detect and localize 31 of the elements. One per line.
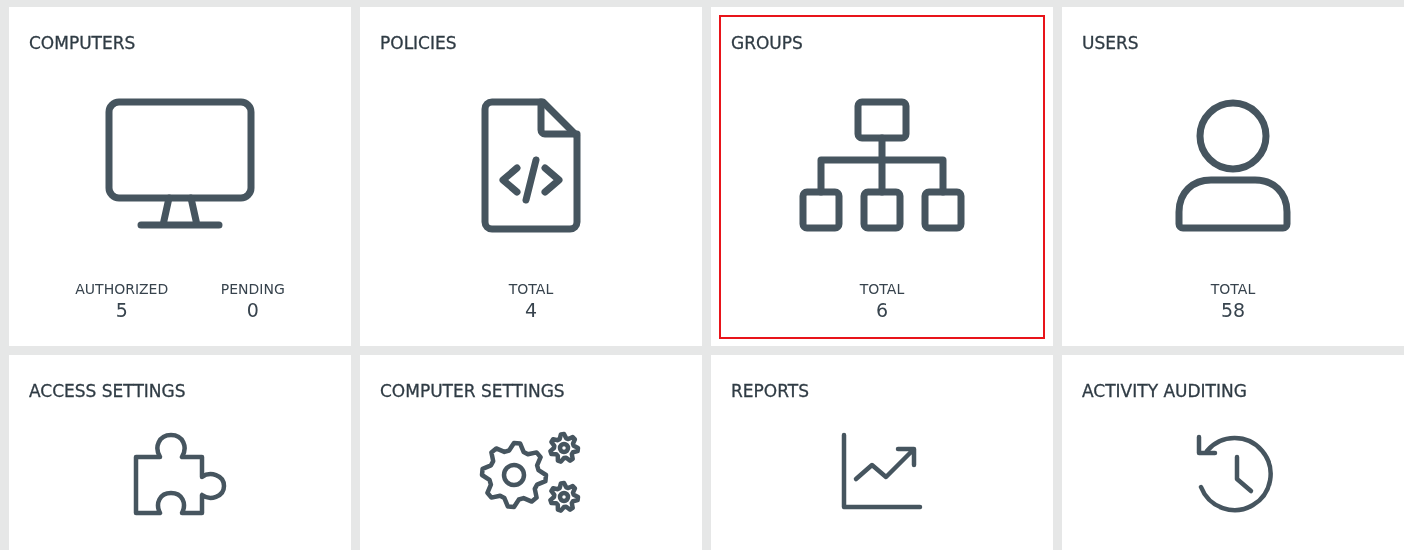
dashboard-tile[interactable]: ACTIVITY AUDITING — [1062, 355, 1404, 550]
stat-value: 58 — [1220, 298, 1246, 322]
dashboard-tile[interactable]: REPORTS — [711, 355, 1053, 550]
tile-title: COMPUTER SETTINGS — [380, 381, 566, 401]
tile-title: ACTIVITY AUDITING — [1082, 381, 1248, 401]
stat-value: 0 — [246, 298, 259, 322]
tile-title: REPORTS — [731, 381, 810, 401]
code-file-icon — [481, 98, 581, 233]
dashboard-tile[interactable]: POLICIES TOTAL 4 — [360, 7, 702, 346]
tile-title: GROUPS — [731, 33, 804, 53]
chart-icon — [840, 431, 924, 511]
dashboard-tile[interactable]: COMPUTER SETTINGS — [360, 355, 702, 550]
tile-title: USERS — [1082, 33, 1140, 53]
dashboard-tile[interactable]: COMPUTERS AUTHORIZED 5 PENDING 0 — [9, 7, 351, 346]
dashboard-tile[interactable]: ACCESS SETTINGS — [9, 355, 351, 550]
stat-label: TOTAL — [859, 280, 905, 298]
puzzle-icon — [132, 431, 228, 517]
stat-value: 4 — [524, 298, 538, 322]
tile-title: POLICIES — [380, 33, 458, 53]
stat-label: PENDING — [220, 280, 285, 298]
stat-label: AUTHORIZED — [75, 280, 169, 298]
tile-title: COMPUTERS — [29, 33, 137, 53]
stat-value: 5 — [115, 298, 128, 322]
hierarchy-icon — [799, 98, 965, 232]
stat-label: TOTAL — [508, 280, 554, 298]
stat-value: 6 — [875, 298, 889, 322]
dashboard-tile[interactable]: USERS TOTAL 58 — [1062, 7, 1404, 346]
dashboard-tile[interactable]: GROUPS TOTAL 6 — [711, 7, 1053, 346]
stat-label: TOTAL — [1210, 280, 1256, 298]
user-icon — [1173, 98, 1293, 232]
tile-title: ACCESS SETTINGS — [29, 381, 187, 401]
